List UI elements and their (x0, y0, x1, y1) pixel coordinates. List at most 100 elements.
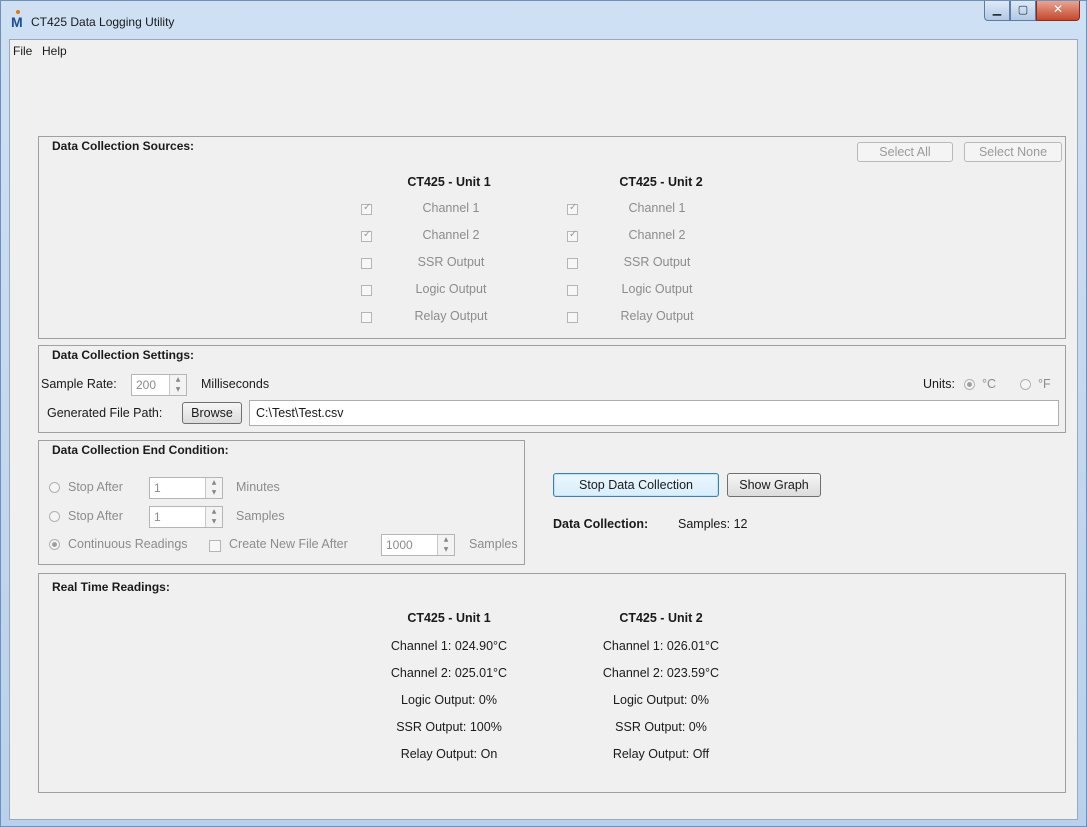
stop-after-minutes-label: Stop After (68, 480, 123, 494)
readings-title: Real Time Readings: (52, 580, 170, 594)
minutes-value: 1 (154, 481, 161, 495)
new-file-samples-unit: Samples (469, 537, 518, 551)
unit1-reading-3: SSR Output: 100% (396, 720, 502, 734)
file-path-field[interactable] (249, 400, 1059, 426)
unit2-logic-output-checkbox[interactable] (567, 285, 578, 296)
select-none-button[interactable]: Select None (964, 142, 1062, 162)
show-graph-button[interactable]: Show Graph (727, 473, 821, 497)
unit-fahrenheit-label: °F (1038, 377, 1051, 391)
spin-down-icon[interactable]: ▼ (206, 518, 222, 525)
unit1-channel-2-checkbox[interactable] (361, 229, 372, 242)
sources-unit2-header: CT425 - Unit 2 (619, 175, 703, 189)
maximize-button[interactable]: ▢ (1010, 1, 1036, 21)
stop-after-samples-radio[interactable] (49, 511, 60, 522)
unit2-reading-4: Relay Output: Off (612, 747, 710, 761)
sample-rate-stepper[interactable]: 200 ▲ ▼ (131, 374, 187, 396)
unit1-relay-output-label: Relay Output (414, 309, 488, 323)
spin-up-icon[interactable]: ▲ (438, 536, 454, 543)
window-title: CT425 Data Logging Utility (31, 15, 175, 29)
create-new-file-checkbox[interactable] (209, 540, 221, 552)
unit1-ssr-output-label: SSR Output (417, 255, 485, 269)
readings-unit2-header: CT425 - Unit 2 (619, 611, 703, 625)
unit1-reading-0: Channel 1: 024.90°C (390, 639, 508, 653)
close-icon: ✕ (1052, 2, 1064, 16)
continuous-readings-radio[interactable] (49, 539, 60, 550)
stop-after-minutes-radio[interactable] (49, 482, 60, 493)
settings-title: Data Collection Settings: (52, 348, 195, 362)
unit2-channel-1-checkbox[interactable] (567, 202, 578, 215)
unit2-logic-output-label: Logic Output (621, 282, 693, 296)
maximize-icon: ▢ (1017, 3, 1029, 16)
unit1-logic-output-label: Logic Output (415, 282, 487, 296)
samples-value: 1 (154, 510, 161, 524)
new-file-samples-value: 1000 (386, 538, 413, 552)
units-label: Units: (923, 377, 955, 391)
minutes-unit: Minutes (236, 480, 280, 494)
create-new-file-label: Create New File After (229, 537, 348, 551)
unit1-reading-2: Logic Output: 0% (401, 693, 497, 707)
spin-up-icon[interactable]: ▲ (206, 508, 222, 515)
minimize-button[interactable]: ▁ (984, 1, 1010, 21)
spin-up-icon[interactable]: ▲ (206, 479, 222, 486)
spin-up-icon[interactable]: ▲ (170, 376, 186, 383)
unit2-relay-output-label: Relay Output (620, 309, 694, 323)
stop-after-samples-label: Stop After (68, 509, 123, 523)
sample-rate-unit: Milliseconds (201, 377, 270, 391)
unit2-channel-2-checkbox[interactable] (567, 229, 578, 242)
spin-down-icon[interactable]: ▼ (170, 386, 186, 393)
menu-file[interactable]: File (13, 44, 32, 58)
unit2-reading-3: SSR Output: 0% (615, 720, 707, 734)
unit2-reading-2: Logic Output: 0% (613, 693, 709, 707)
app-window: M CT425 Data Logging Utility ▁ ▢ ✕ File … (0, 0, 1087, 827)
end-condition-title: Data Collection End Condition: (52, 443, 229, 457)
unit2-ssr-output-label: SSR Output (623, 255, 691, 269)
unit-celsius-radio[interactable] (964, 379, 975, 390)
app-logo-icon: M (11, 10, 25, 30)
unit2-channel-2-label: Channel 2 (628, 228, 686, 242)
unit1-relay-output-checkbox[interactable] (361, 312, 372, 323)
unit2-reading-1: Channel 2: 023.59°C (602, 666, 720, 680)
browse-button[interactable]: Browse (182, 402, 242, 424)
data-collection-status-label: Data Collection: (553, 517, 649, 531)
unit2-channel-1-label: Channel 1 (628, 201, 686, 215)
select-all-button[interactable]: Select All (857, 142, 953, 162)
file-path-label: Generated File Path: (47, 406, 163, 420)
menu-bar: File Help (10, 40, 1077, 62)
samples-stepper[interactable]: 1 ▲ ▼ (149, 506, 223, 528)
spin-down-icon[interactable]: ▼ (206, 489, 222, 496)
unit1-ssr-output-checkbox[interactable] (361, 258, 372, 269)
minutes-stepper[interactable]: 1 ▲ ▼ (149, 477, 223, 499)
sources-group: Data Collection Sources: Select All Sele… (38, 136, 1066, 339)
unit-fahrenheit-radio[interactable] (1020, 379, 1031, 390)
unit1-channel-1-label: Channel 1 (422, 201, 480, 215)
end-condition-group: Data Collection End Condition: Stop Afte… (38, 440, 525, 565)
unit1-reading-1: Channel 2: 025.01°C (390, 666, 508, 680)
unit1-channel-1-checkbox[interactable] (361, 202, 372, 215)
unit1-logic-output-checkbox[interactable] (361, 285, 372, 296)
settings-group: Data Collection Settings: Sample Rate: 2… (38, 345, 1066, 433)
file-path-input[interactable] (250, 401, 1058, 425)
spin-down-icon[interactable]: ▼ (438, 546, 454, 553)
new-file-samples-stepper[interactable]: 1000 ▲ ▼ (381, 534, 455, 556)
sample-rate-value: 200 (136, 378, 157, 392)
unit1-reading-4: Relay Output: On (400, 747, 498, 761)
client-area: File Help Data Collection Sources: Selec… (9, 39, 1078, 820)
unit2-ssr-output-checkbox[interactable] (567, 258, 578, 269)
stop-data-collection-button[interactable]: Stop Data Collection (553, 473, 719, 497)
title-bar[interactable]: M CT425 Data Logging Utility ▁ ▢ ✕ (1, 1, 1086, 39)
readings-unit1-header: CT425 - Unit 1 (407, 611, 491, 625)
sources-unit1-header: CT425 - Unit 1 (407, 175, 491, 189)
unit2-reading-0: Channel 1: 026.01°C (602, 639, 720, 653)
unit-celsius-label: °C (982, 377, 997, 391)
continuous-readings-label: Continuous Readings (68, 537, 188, 551)
close-button[interactable]: ✕ (1036, 1, 1080, 21)
readings-group: Real Time Readings: CT425 - Unit 1 CT425… (38, 573, 1066, 793)
unit1-channel-2-label: Channel 2 (422, 228, 480, 242)
minimize-icon: ▁ (992, 3, 1002, 16)
sample-rate-label: Sample Rate: (41, 377, 117, 391)
unit2-relay-output-checkbox[interactable] (567, 312, 578, 323)
samples-unit: Samples (236, 509, 285, 523)
data-collection-status-value: Samples: 12 (678, 517, 748, 531)
sources-title: Data Collection Sources: (52, 139, 195, 153)
menu-help[interactable]: Help (42, 44, 67, 58)
